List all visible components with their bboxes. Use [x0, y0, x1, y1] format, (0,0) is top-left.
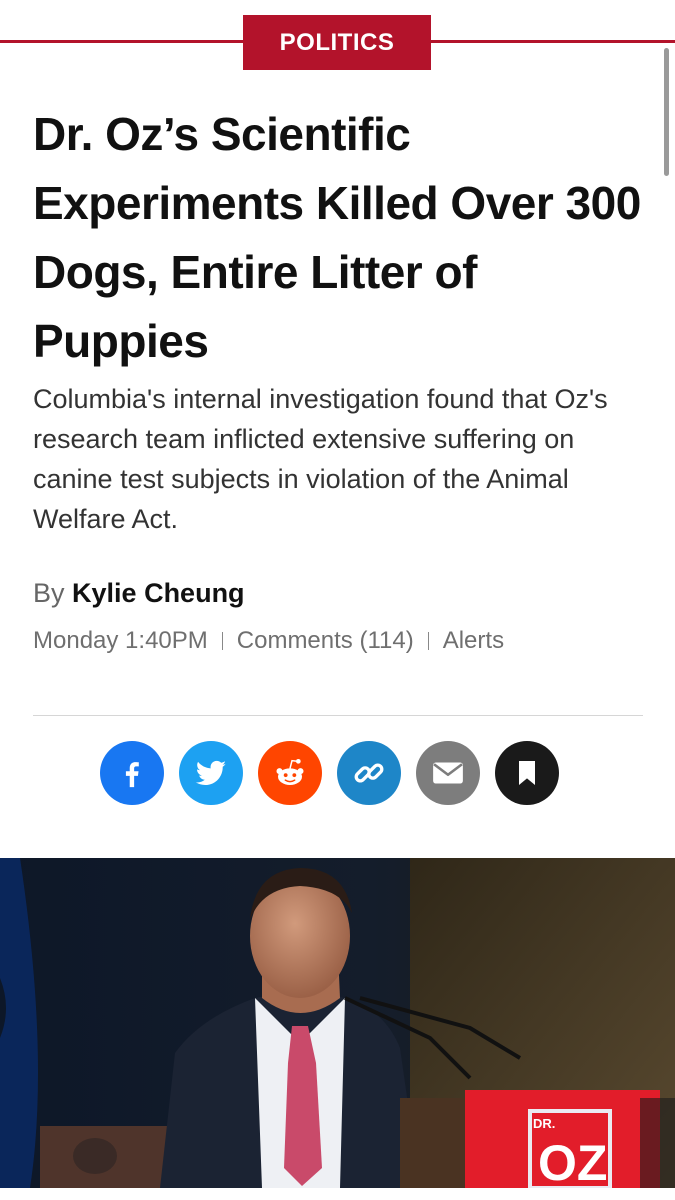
category-tag[interactable]: POLITICS [243, 15, 431, 70]
hero-photo: DR. OZ [0, 858, 675, 1188]
hero-image[interactable]: DR. OZ [0, 858, 675, 1188]
bookmark-icon [519, 761, 535, 785]
scrollbar[interactable] [664, 48, 669, 176]
facebook-icon [125, 762, 139, 788]
article-meta: Monday 1:40PM Comments (114) Alerts [33, 623, 504, 659]
email-share-button[interactable] [416, 741, 480, 805]
podium-sign-text: OZ [538, 1135, 607, 1188]
headline: Dr. Oz’s Scientific Experiments Killed O… [33, 108, 641, 367]
mail-icon [433, 762, 463, 784]
article-dek: Columbia's internal investigation found … [33, 384, 608, 534]
author-link[interactable]: Kylie Cheung [72, 578, 245, 608]
meta-separator [427, 632, 429, 650]
copy-link-button[interactable] [337, 741, 401, 805]
twitter-icon [195, 760, 226, 785]
reddit-share-button[interactable] [258, 741, 322, 805]
podium-small-text: DR. [533, 1116, 555, 1131]
divider [33, 715, 643, 716]
twitter-share-button[interactable] [179, 741, 243, 805]
facebook-share-button[interactable] [100, 741, 164, 805]
meta-separator [221, 632, 223, 650]
byline: By Kylie Cheung [33, 573, 245, 613]
comments-link[interactable]: Comments (114) [237, 623, 414, 659]
byline-prefix: By [33, 578, 65, 608]
timestamp: Monday 1:40PM [33, 627, 208, 654]
link-icon [354, 763, 384, 783]
bookmark-button[interactable] [495, 741, 559, 805]
alerts-link[interactable]: Alerts [443, 623, 504, 659]
reddit-icon [276, 759, 304, 785]
share-bar [100, 741, 574, 805]
